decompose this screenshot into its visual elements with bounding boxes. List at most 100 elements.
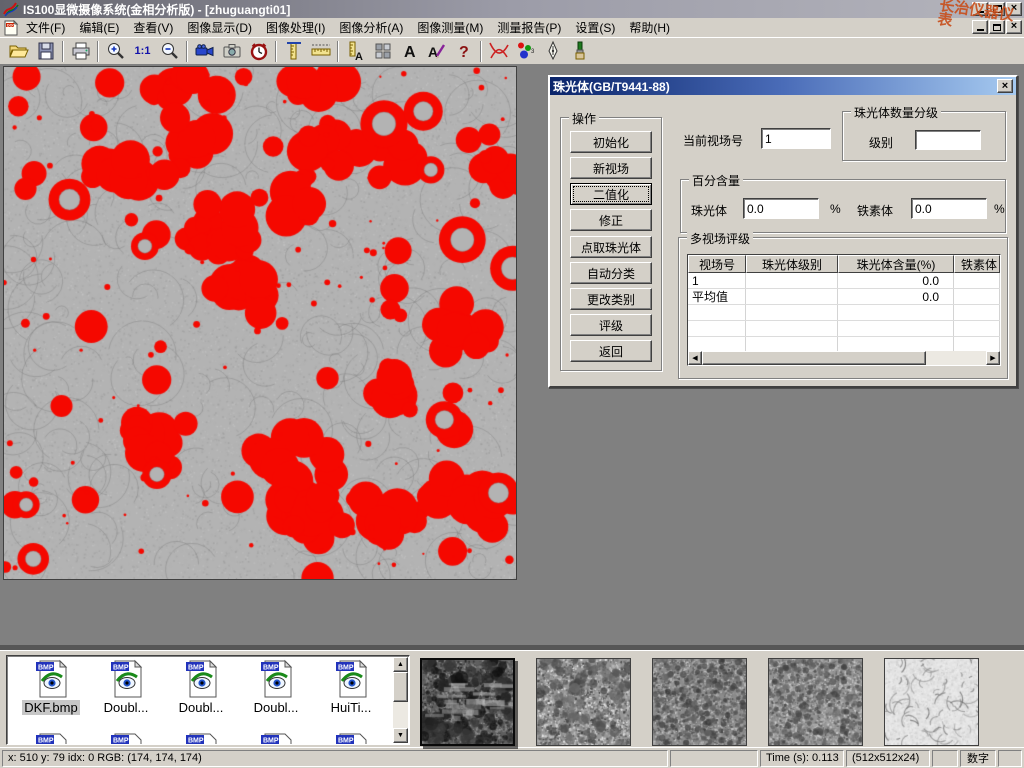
text-button[interactable]: A <box>396 39 423 63</box>
menu-image-analysis[interactable]: 图像分析(A) <box>332 17 410 38</box>
file-item[interactable]: BMP <box>90 732 162 745</box>
change-class-button[interactable]: 更改类别 <box>570 288 652 310</box>
thumbnail-2[interactable] <box>536 658 631 746</box>
print-button[interactable] <box>67 39 94 63</box>
help-button[interactable]: ? <box>450 39 477 63</box>
pen-tool-button[interactable] <box>539 39 566 63</box>
caliper-measure-button[interactable] <box>280 39 307 63</box>
timer-button[interactable] <box>245 39 272 63</box>
zoom-in-button[interactable] <box>102 39 129 63</box>
maximize-button[interactable] <box>989 2 1005 16</box>
cell-pearlite: 0.0 <box>838 273 954 288</box>
pearlite-percent-input[interactable] <box>743 198 819 219</box>
new-field-button[interactable]: 新视场 <box>570 157 652 179</box>
file-item[interactable]: BMP DKF.bmp <box>15 659 87 717</box>
file-item[interactable]: BMP <box>240 732 312 745</box>
thumbnail-1[interactable] <box>420 658 515 746</box>
level-input[interactable] <box>915 130 981 150</box>
multi-field-table[interactable]: 视场号 珠光体级别 珠光体含量(%) 铁素体 1 0.0 平均值 <box>687 254 1001 366</box>
scroll-left-button[interactable]: ◀ <box>688 351 702 365</box>
table-horizontal-scrollbar[interactable]: ◀ ▶ <box>688 351 1000 365</box>
pearlite-unit: % <box>830 202 841 216</box>
file-name[interactable]: Doubl... <box>102 700 151 715</box>
current-field-input[interactable] <box>761 128 831 149</box>
photo-capture-button[interactable] <box>218 39 245 63</box>
ruler-measure-button[interactable] <box>307 39 334 63</box>
menu-view[interactable]: 查看(V) <box>126 17 180 38</box>
file-item[interactable]: BMP Doubl... <box>165 659 237 717</box>
dialog-close-button[interactable]: × <box>997 79 1013 93</box>
correct-button[interactable]: 修正 <box>570 209 652 231</box>
particle-class-button[interactable]: 3 <box>512 39 539 63</box>
menu-image-display[interactable]: 图像显示(D) <box>180 17 259 38</box>
file-item[interactable]: BMP <box>15 732 87 745</box>
ferrite-percent-input[interactable] <box>911 198 987 219</box>
column-pearlite-grade[interactable]: 珠光体级别 <box>746 255 838 273</box>
svg-text:BMP: BMP <box>338 738 354 745</box>
menu-image-processing[interactable]: 图像处理(I) <box>259 17 332 38</box>
init-button[interactable]: 初始化 <box>570 131 652 153</box>
file-item[interactable]: BMP <box>315 732 387 745</box>
menu-settings[interactable]: 设置(S) <box>568 17 622 38</box>
dialog-title-bar[interactable]: 珠光体(GB/T9441-88) × <box>550 77 1016 95</box>
file-item[interactable]: BMP Doubl... <box>90 659 162 717</box>
thumbnail-5[interactable] <box>884 658 979 746</box>
file-item[interactable]: BMP HuiTi... <box>315 659 387 717</box>
dialog-body: 操作 初始化 新视场 二值化 修正 点取珠光体 自动分类 更改类别 评级 返回 … <box>550 95 1016 386</box>
child-close-button[interactable]: × <box>1006 20 1022 34</box>
file-name[interactable]: DKF.bmp <box>22 700 79 715</box>
grade-button[interactable]: 评级 <box>570 314 652 336</box>
brush-tool-button[interactable] <box>566 39 593 63</box>
binarize-button[interactable]: 二值化 <box>570 183 652 205</box>
scroll-down-button[interactable]: ▼ <box>393 728 408 743</box>
actual-size-button[interactable]: 1:1 <box>129 39 156 63</box>
zoom-out-button[interactable] <box>156 39 183 63</box>
minimize-button[interactable] <box>972 2 988 16</box>
video-capture-button[interactable] <box>191 39 218 63</box>
curve-tool-button[interactable] <box>485 39 512 63</box>
child-minimize-icon <box>977 29 984 31</box>
column-ferrite[interactable]: 铁素体 <box>954 255 1000 273</box>
scroll-up-button[interactable]: ▲ <box>393 657 408 672</box>
thumbnail-4[interactable] <box>768 658 863 746</box>
file-item[interactable]: BMP Doubl... <box>240 659 312 717</box>
measure-annotate-button[interactable]: A <box>342 39 369 63</box>
file-list[interactable]: BMP DKF.bmp BMP Doubl... <box>6 655 410 745</box>
metallographic-image[interactable] <box>3 66 517 580</box>
save-button[interactable] <box>32 39 59 63</box>
close-button[interactable]: × <box>1006 2 1022 16</box>
child-minimize-button[interactable] <box>972 20 988 34</box>
return-button[interactable]: 返回 <box>570 340 652 362</box>
file-name[interactable]: HuiTi... <box>329 700 374 715</box>
toolbar-separator <box>186 41 188 62</box>
print-icon <box>70 40 92 62</box>
status-time: Time (s): 0.113 <box>760 750 844 767</box>
scroll-right-button[interactable]: ▶ <box>986 351 1000 365</box>
file-item[interactable]: BMP <box>165 732 237 745</box>
edit-text-button[interactable]: A <box>423 39 450 63</box>
column-field-no[interactable]: 视场号 <box>688 255 746 273</box>
zoom-out-icon <box>159 40 181 62</box>
table-row[interactable]: 1 0.0 <box>688 273 1000 289</box>
menu-bar: DOC 文件(F) 编辑(E) 查看(V) 图像显示(D) 图像处理(I) 图像… <box>0 18 1024 37</box>
scrollbar-thumb[interactable] <box>393 672 408 702</box>
table-row[interactable]: 平均值 0.0 <box>688 289 1000 305</box>
menu-image-measure[interactable]: 图像测量(M) <box>410 17 490 38</box>
svg-text:3: 3 <box>531 49 535 55</box>
file-list-scrollbar[interactable]: ▲ ▼ <box>393 657 408 743</box>
menu-measure-report[interactable]: 测量报告(P) <box>490 17 568 38</box>
menu-edit[interactable]: 编辑(E) <box>72 17 126 38</box>
scrollbar-thumb[interactable] <box>702 351 926 365</box>
open-button[interactable] <box>5 39 32 63</box>
menu-help[interactable]: 帮助(H) <box>622 17 677 38</box>
menu-file[interactable]: 文件(F) <box>19 17 72 38</box>
grid-button[interactable] <box>369 39 396 63</box>
thumbnail-3[interactable] <box>652 658 747 746</box>
child-restore-button[interactable] <box>989 20 1005 34</box>
svg-text:BMP: BMP <box>188 665 204 672</box>
file-name[interactable]: Doubl... <box>177 700 226 715</box>
auto-classify-button[interactable]: 自动分类 <box>570 262 652 284</box>
file-name[interactable]: Doubl... <box>252 700 301 715</box>
pick-pearlite-button[interactable]: 点取珠光体 <box>570 236 652 258</box>
column-pearlite-content[interactable]: 珠光体含量(%) <box>838 255 954 273</box>
